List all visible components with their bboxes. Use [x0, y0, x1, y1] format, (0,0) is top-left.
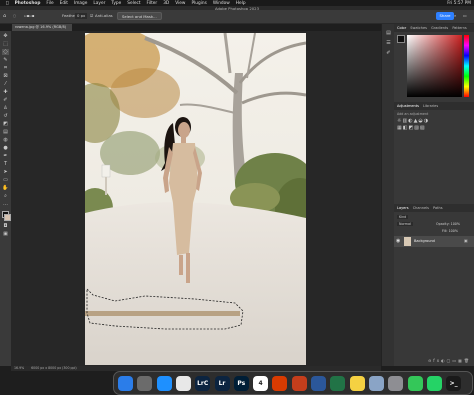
antialias-label: Anti-alias [95, 13, 113, 18]
layers-panel-tabs: Layers Channels Paths [394, 204, 474, 212]
type-tool-icon[interactable]: T [2, 161, 9, 167]
dock-lightroom-classic-icon[interactable]: LrC [195, 376, 211, 391]
home-icon[interactable]: ⌂ [3, 13, 6, 19]
more-tools-icon[interactable]: … [2, 201, 9, 207]
lock-icon: ▣ [464, 238, 468, 243]
tools-panel: ✥ ⬚ ◌ ✎ ⌗ ⊠ ⁄ ✚ ✐ ♙ ↺ ◩ ▤ ◍ ● ✒ T ➤ ▭ ✋ … [0, 31, 11, 366]
layer-thumbnail [404, 237, 411, 246]
path-select-icon[interactable]: ➤ [2, 169, 9, 175]
adjustments-panel-tabs: Adjustments Libraries [394, 102, 474, 110]
healing-tool-icon[interactable]: ✚ [2, 89, 9, 95]
properties-panel-icon[interactable]: ☰ [385, 40, 392, 46]
select-and-mask-button[interactable]: Select and Mask... [117, 12, 162, 20]
dock-excel-icon[interactable] [330, 376, 346, 391]
fg-bg-swatches[interactable] [397, 35, 405, 43]
move-tool-icon[interactable]: ✥ [2, 33, 9, 39]
dock-safari-icon[interactable] [156, 376, 172, 391]
dock-office-icon[interactable] [272, 376, 288, 391]
zoom-level[interactable]: 16.9% [14, 366, 24, 370]
workspace-icon[interactable]: ▭ [463, 13, 467, 19]
photo-scene [85, 33, 306, 365]
panels-dock: Color Swatches Gradients Patterns Adjust… [394, 24, 474, 366]
feather-input[interactable]: 0 px [75, 13, 88, 19]
dock-messages-icon[interactable] [407, 376, 423, 391]
dock-notes-icon[interactable] [349, 376, 365, 391]
tab-color[interactable]: Color [397, 26, 406, 30]
document-tab[interactable]: rowena.jpg @ 16.9% (RGB/8) [12, 24, 72, 31]
tab-libraries[interactable]: Libraries [423, 104, 438, 108]
layer-actions-bar: ⊖fx◐▢▭▦🗑 [427, 358, 471, 363]
selection-mode-icons[interactable]: ▫▪▫▪ [24, 13, 34, 19]
hue-slider[interactable] [464, 35, 469, 97]
opacity-field[interactable]: Opacity: 100% [436, 222, 460, 226]
tab-patterns[interactable]: Patterns [452, 26, 466, 30]
quick-mask-icon[interactable]: ◘ [2, 223, 9, 229]
tab-swatches[interactable]: Swatches [410, 26, 427, 30]
eraser-tool-icon[interactable]: ◩ [2, 121, 9, 127]
dock-preview-icon[interactable] [368, 376, 384, 391]
dock-finder-icon[interactable] [118, 376, 133, 391]
layer-row[interactable]: ◉ Background ▣ [394, 236, 474, 247]
document-image[interactable] [85, 33, 306, 365]
color-panel-tabs: Color Swatches Gradients Patterns [394, 24, 474, 32]
gradient-tool-icon[interactable]: ▤ [2, 129, 9, 135]
adjustment-icons[interactable]: ☼▥◐▲◒◑ [397, 118, 429, 124]
lasso-tool-button[interactable]: ◌ [2, 49, 9, 55]
layer-kind-filter[interactable]: Kind [397, 215, 409, 219]
tab-adjustments[interactable]: Adjustments [397, 104, 419, 108]
dock-chrome-icon[interactable] [175, 376, 191, 391]
fill-field[interactable]: Fill: 100% [442, 229, 458, 233]
dock-calendar-icon[interactable]: 4 [253, 376, 269, 391]
color-picker-field[interactable] [407, 35, 462, 97]
crop-tool-icon[interactable]: ⌗ [2, 65, 9, 71]
zoom-tool-icon[interactable]: ⌕ [2, 193, 9, 199]
history-brush-icon[interactable]: ↺ [2, 113, 9, 119]
quick-select-tool-icon[interactable]: ✎ [2, 57, 9, 63]
adjustment-icons-row2[interactable]: ▦◧◩▨▧ [397, 125, 426, 131]
dock-photoshop-icon[interactable]: Ps [233, 376, 249, 391]
frame-tool-icon[interactable]: ⊠ [2, 73, 9, 79]
dock-whatsapp-icon[interactable] [426, 376, 442, 391]
marquee-tool-icon[interactable]: ⬚ [2, 41, 9, 47]
brush-panel-icon[interactable]: ✐ [385, 50, 392, 56]
screen-mode-icon[interactable]: ▣ [2, 231, 9, 237]
history-panel-icon[interactable]: ▤ [385, 30, 392, 36]
antialias-checkbox[interactable]: ☑ [90, 13, 93, 19]
options-bar: ⌂ ◌ ▫▪▫▪ Feather: 0 px ☑ Anti-alias Sele… [0, 10, 474, 24]
hand-tool-icon[interactable]: ✋ [2, 185, 9, 191]
dock-settings-icon[interactable] [388, 376, 404, 391]
blur-tool-icon[interactable]: ◍ [2, 137, 9, 143]
dodge-tool-icon[interactable]: ● [2, 145, 9, 151]
adjustments-hint: Add an adjustment [397, 112, 429, 116]
visibility-eye-icon[interactable]: ◉ [396, 238, 400, 244]
search-icon[interactable]: ⌕ [454, 13, 456, 19]
panel-icon-strip: ▤ ☰ ✐ [381, 24, 395, 366]
dock-word-icon[interactable] [311, 376, 326, 391]
layer-name: Background [414, 239, 435, 243]
dock-launchpad-icon[interactable] [137, 376, 153, 391]
pen-tool-icon[interactable]: ✒ [2, 153, 9, 159]
shape-tool-icon[interactable]: ▭ [2, 177, 9, 183]
brush-tool-icon[interactable]: ✐ [2, 97, 9, 103]
background-color-swatch[interactable] [4, 214, 11, 221]
tab-paths[interactable]: Paths [433, 206, 443, 210]
document-dimensions: 6000 px x 8000 px (300 ppi) [31, 366, 77, 370]
lasso-tool-icon[interactable]: ◌ [13, 13, 16, 19]
tab-layers[interactable]: Layers [397, 206, 409, 210]
dock-terminal-icon[interactable]: >_ [446, 376, 462, 391]
tab-gradients[interactable]: Gradients [431, 26, 448, 30]
dock-lightroom-icon[interactable]: Lr [214, 376, 230, 391]
stamp-tool-icon[interactable]: ♙ [2, 105, 9, 111]
eyedropper-tool-icon[interactable]: ⁄ [2, 81, 9, 87]
share-button[interactable]: Share [436, 12, 454, 20]
tab-channels[interactable]: Channels [413, 206, 429, 210]
mac-dock: LrC Lr Ps 4 >_ [113, 371, 473, 395]
blend-mode-select[interactable]: Normal [397, 222, 413, 226]
dock-powerpoint-icon[interactable] [291, 376, 307, 391]
